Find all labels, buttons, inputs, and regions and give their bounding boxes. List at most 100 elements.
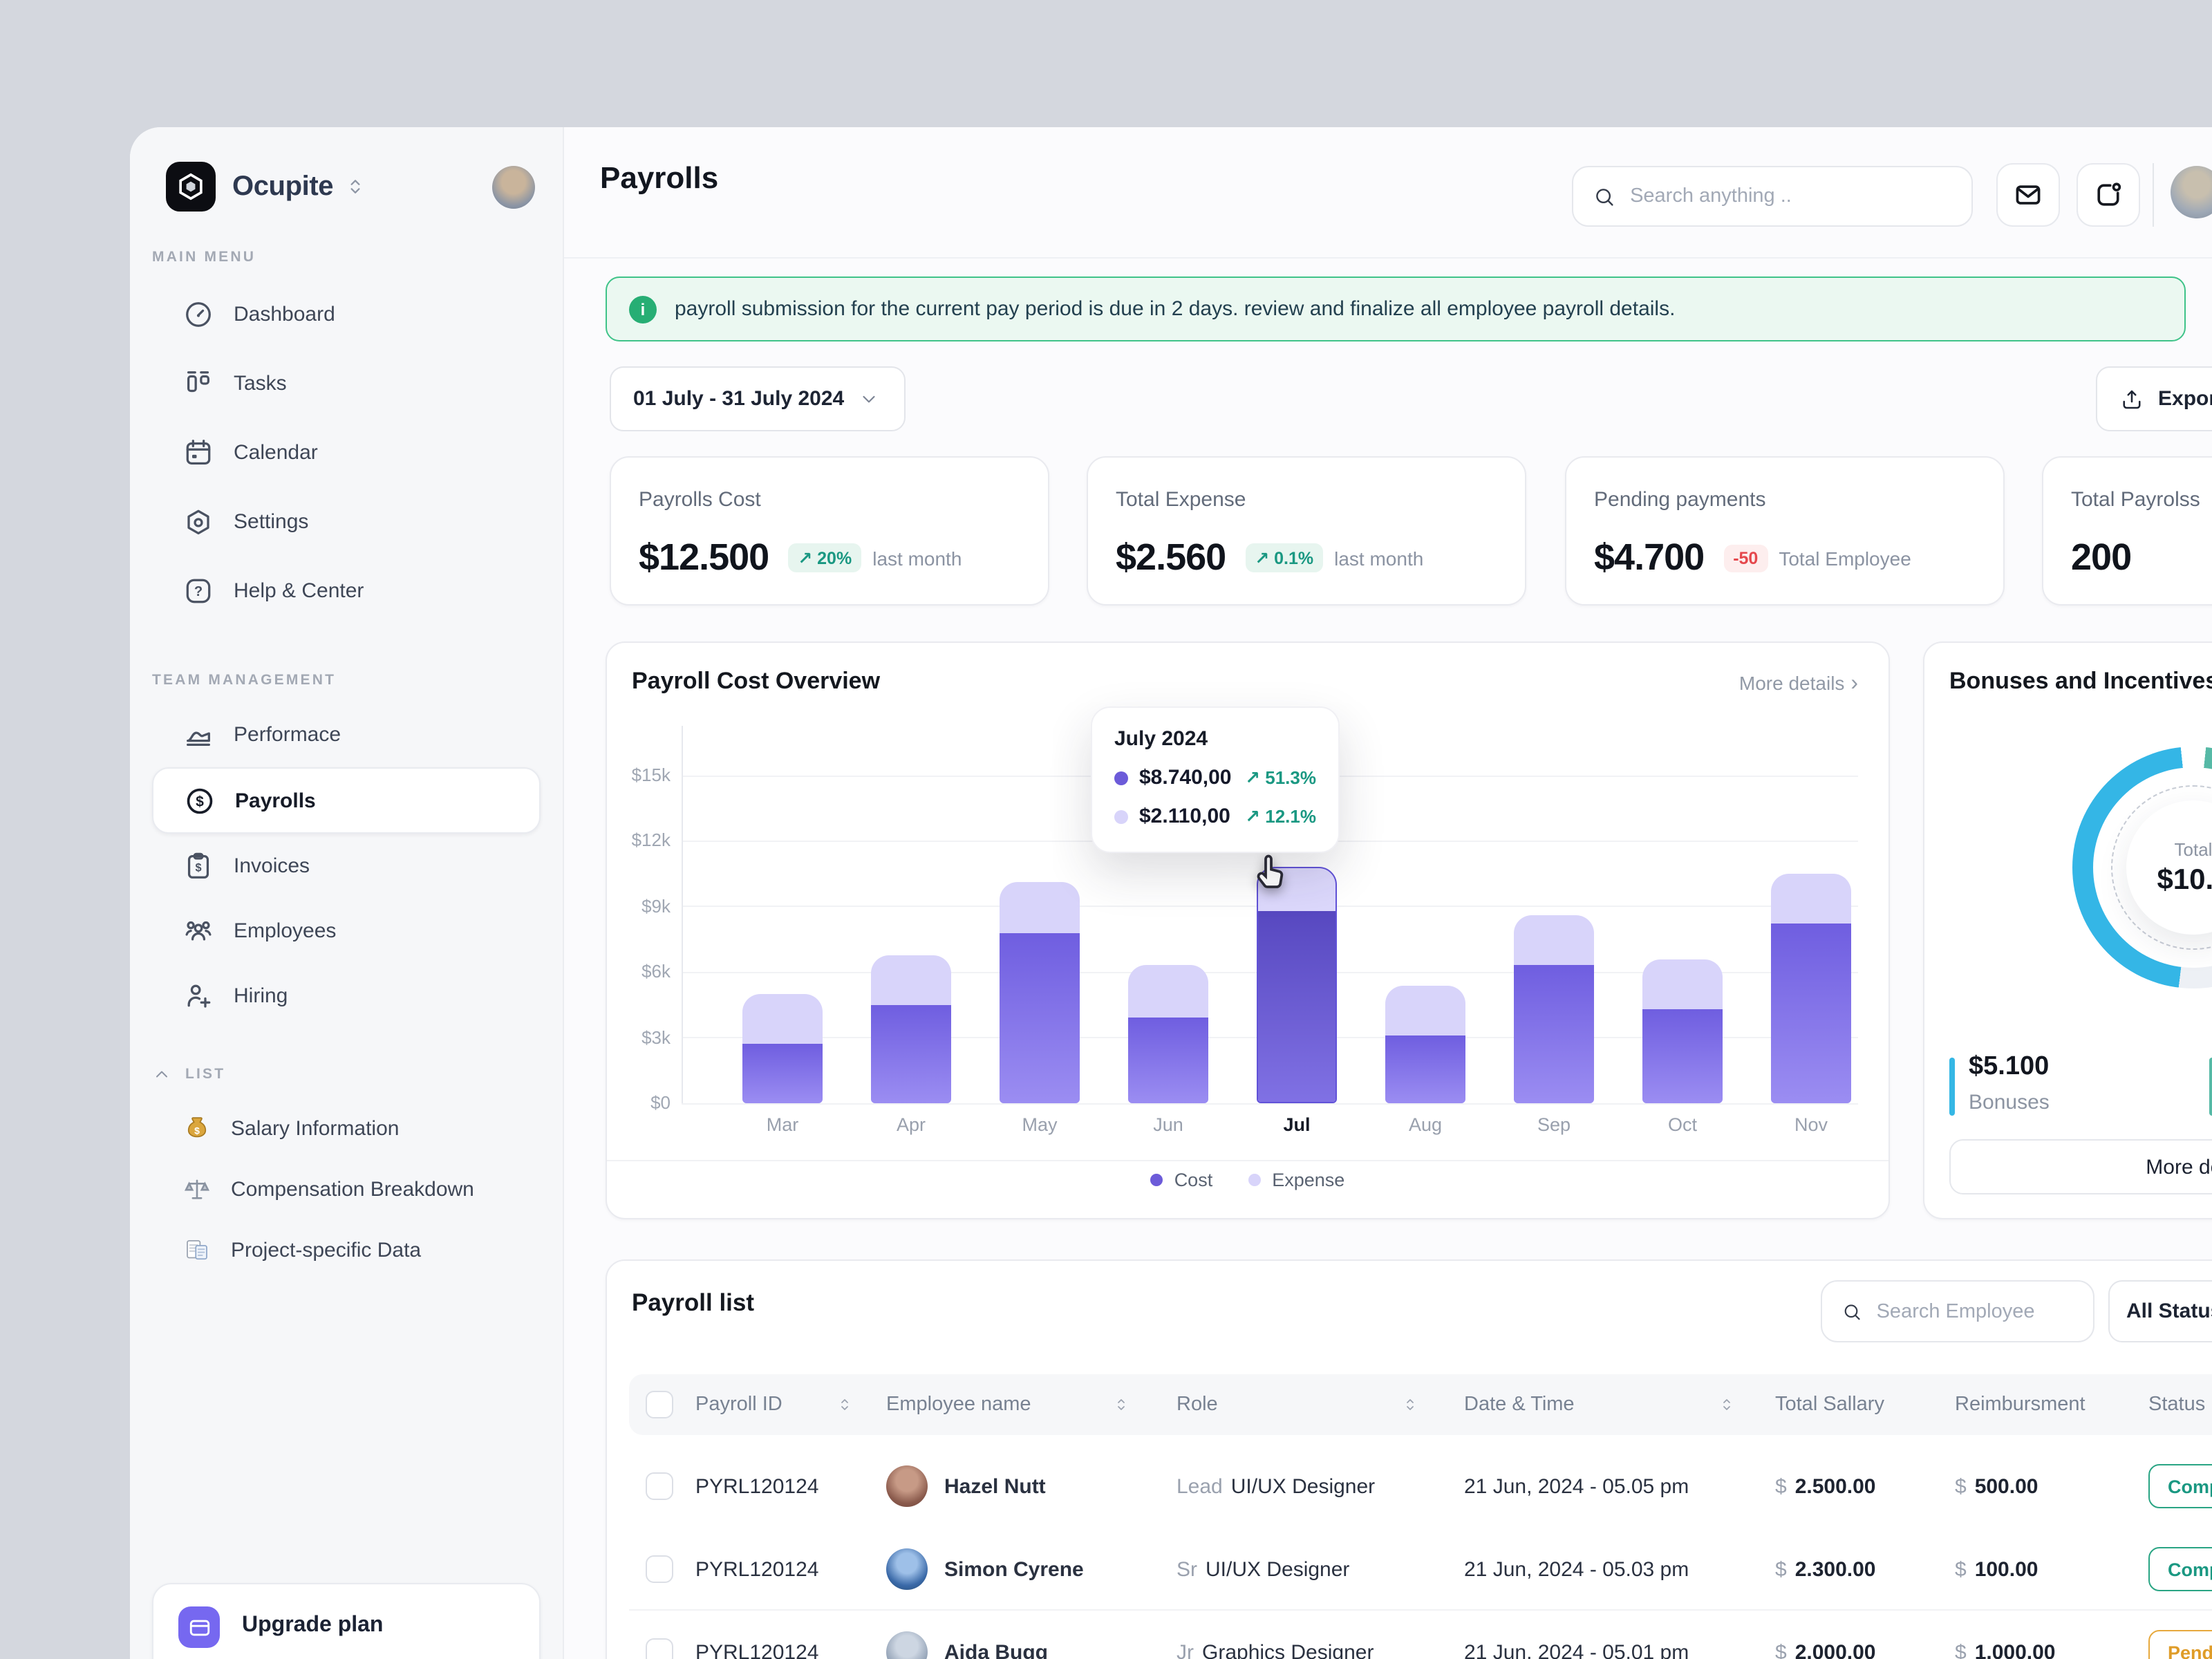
bar-jun[interactable] — [1128, 966, 1208, 1103]
date-range-dropdown[interactable]: 01 July - 31 July 2024 — [610, 366, 906, 431]
dashboard-gauge-icon — [182, 298, 214, 330]
sort-icon[interactable] — [1718, 1396, 1735, 1413]
incentives-stat-bar — [2209, 1058, 2212, 1116]
sidebar-item-settings[interactable]: Settings — [152, 487, 541, 556]
sidebar-item-dashboard[interactable]: Dashboard — [152, 279, 541, 348]
sidebar-item-compensation-breakdown[interactable]: Compensation Breakdown — [152, 1159, 541, 1219]
hiring-person-plus-icon — [182, 980, 214, 1012]
export-button[interactable]: Export — [2096, 366, 2212, 431]
bar-apr[interactable] — [871, 955, 951, 1103]
table-row[interactable]: PYRL120124 Simon Cyrene SrUI/UX Designer… — [629, 1529, 2212, 1609]
workspace-switcher[interactable]: Ocupite — [130, 160, 563, 213]
col-role[interactable]: Role — [1177, 1374, 1218, 1435]
employee-search[interactable] — [1821, 1280, 2094, 1342]
sidebar-item-project-specific-data[interactable]: Project-specific Data — [152, 1219, 541, 1280]
y-axis-line — [682, 726, 683, 1103]
documents-icon — [182, 1235, 212, 1264]
sidebar-user-avatar[interactable] — [492, 165, 535, 208]
money-bag-icon: $ — [182, 1114, 212, 1143]
chevron-up-icon — [152, 1065, 171, 1084]
tooltip-cost-row: $8.740,00 ↗ 51.3% — [1114, 766, 1316, 789]
table-row[interactable]: PYRL120124 Hazel Nutt LeadUI/UX Designer… — [629, 1446, 2212, 1526]
user-avatar[interactable] — [2171, 166, 2212, 218]
select-all-checkbox[interactable] — [646, 1391, 673, 1418]
row-checkbox[interactable] — [646, 1472, 673, 1500]
bar-nov[interactable] — [1771, 874, 1851, 1103]
cost-segment — [1385, 1035, 1465, 1103]
legend-item-expense[interactable]: Expense — [1248, 1170, 1344, 1190]
stat-card-payrolls-cost: Payrolls Cost $12.500 ↗ 20% last month — [610, 456, 1049, 606]
bonuses-stat-bar — [1949, 1058, 1955, 1116]
sidebar-item-tasks[interactable]: Tasks — [152, 348, 541, 418]
cost-segment — [871, 1005, 951, 1103]
share-notification-icon — [2093, 180, 2124, 210]
x-axis-label: Aug — [1362, 1114, 1489, 1135]
bar-mar[interactable] — [742, 994, 823, 1103]
section-label-list[interactable]: LIST — [152, 1065, 541, 1084]
sort-icon[interactable] — [836, 1396, 853, 1413]
delta-badge: ↗ 20% — [788, 543, 861, 572]
cost-segment — [1771, 924, 1851, 1103]
col-total-sallary[interactable]: Total Sallary — [1775, 1374, 1884, 1435]
bar-may[interactable] — [1000, 883, 1080, 1103]
sort-icon[interactable] — [1113, 1396, 1130, 1413]
x-axis-label: Nov — [1747, 1114, 1875, 1135]
x-axis-label: Mar — [719, 1114, 846, 1135]
sidebar-item-performace[interactable]: Performace — [152, 702, 541, 767]
upload-icon — [2119, 386, 2144, 411]
y-axis-tick: $0 — [607, 1092, 671, 1113]
x-axis-label: Oct — [1619, 1114, 1746, 1135]
mail-icon — [2013, 180, 2043, 210]
row-checkbox[interactable] — [646, 1555, 673, 1583]
sidebar-item-calendar[interactable]: Calendar — [152, 418, 541, 487]
bar-oct[interactable] — [1642, 959, 1723, 1103]
sidebar: Ocupite MAIN MENU Dashboard Tasks Calend… — [130, 127, 564, 1659]
x-axis-label: Jul — [1233, 1114, 1360, 1135]
bar-sep[interactable] — [1514, 915, 1594, 1103]
sidebar-item-invoices[interactable]: $ Invoices — [152, 834, 541, 899]
global-search[interactable] — [1572, 166, 1973, 227]
share-button[interactable] — [2077, 163, 2140, 227]
cost-segment — [1000, 933, 1080, 1103]
workspace-chevron-updown-icon[interactable] — [344, 176, 366, 198]
col-date-time[interactable]: Date & Time — [1464, 1374, 1575, 1435]
table-row[interactable]: PYRL120124 Aida Bugg JrGraphics Designer… — [629, 1612, 2212, 1659]
expense-dot-icon — [1114, 809, 1128, 823]
payroll-cost-overview-card: Payroll Cost Overview More details $0$3k… — [606, 641, 1890, 1219]
row-checkbox[interactable] — [646, 1638, 673, 1659]
legend-item-cost[interactable]: Cost — [1151, 1170, 1213, 1190]
status-badge: Completed — [2148, 1464, 2212, 1508]
bar-aug[interactable] — [1385, 985, 1465, 1103]
mail-button[interactable] — [1996, 163, 2060, 227]
col-reimbursment[interactable]: Reimbursment — [1955, 1374, 2086, 1435]
col-status[interactable]: Status — [2148, 1374, 2205, 1435]
delta-badge: -50 — [1723, 544, 1768, 572]
sidebar-item-salary-information[interactable]: $ Salary Information — [152, 1098, 541, 1159]
global-search-input[interactable] — [1630, 185, 1952, 207]
sort-icon[interactable] — [1402, 1396, 1418, 1413]
sidebar-item-employees[interactable]: Employees — [152, 899, 541, 964]
cost-segment — [1258, 911, 1335, 1102]
table-header-row: Payroll ID Employee name Role Date & Tim… — [629, 1374, 2212, 1435]
col-payroll-id[interactable]: Payroll ID — [695, 1374, 782, 1435]
bar-jul[interactable] — [1257, 866, 1337, 1103]
cost-segment — [1128, 1018, 1208, 1103]
performance-chart-icon — [182, 719, 214, 751]
status-filter-dropdown[interactable]: All Status — [2108, 1280, 2212, 1342]
col-employee-name[interactable]: Employee name — [886, 1374, 1031, 1435]
x-axis-label: May — [976, 1114, 1103, 1135]
y-axis-tick: $9k — [607, 896, 671, 917]
employee-search-input[interactable] — [1877, 1300, 2074, 1322]
upgrade-card-icon — [178, 1606, 220, 1648]
bonuses-more-details-button[interactable]: More details — [1949, 1139, 2212, 1194]
header-bottom-line — [564, 257, 2212, 259]
section-label-main-menu: MAIN MENU — [152, 249, 541, 265]
row-divider — [629, 1609, 2212, 1611]
section-label-team-management: TEAM MANAGEMENT — [152, 672, 541, 688]
sidebar-item-hiring[interactable]: Hiring — [152, 964, 541, 1029]
status-badge: Pending — [2148, 1630, 2212, 1659]
cost-segment — [742, 1044, 823, 1103]
upgrade-plan-card[interactable]: Upgrade plan — [152, 1583, 541, 1659]
sidebar-item-help-center[interactable]: ? Help & Center — [152, 556, 541, 625]
sidebar-item-payrolls[interactable]: $ Payrolls — [152, 767, 541, 834]
